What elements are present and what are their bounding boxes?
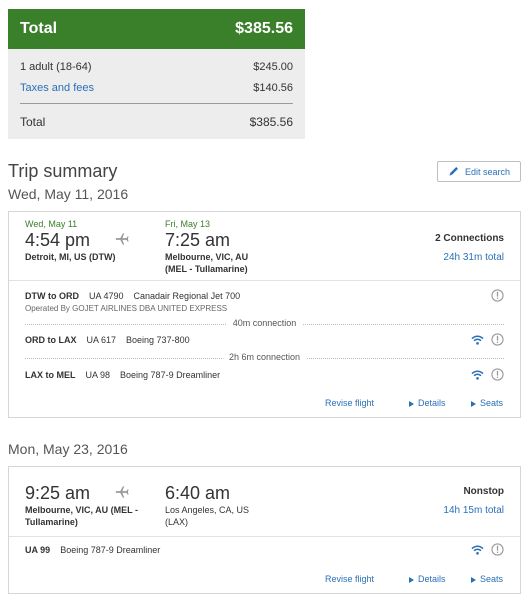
segment-aircraft: Boeing 787-9 Dreamliner — [120, 370, 221, 380]
departure-time: 4:54 pm — [25, 230, 91, 250]
triangle-right-icon — [471, 400, 476, 407]
divider — [9, 280, 520, 281]
footer-total-label: Total — [20, 115, 46, 129]
seats-label: Seats — [480, 574, 504, 584]
info-icon[interactable] — [491, 333, 504, 351]
wifi-icon — [471, 543, 484, 561]
footer-total-amount: $385.56 — [249, 115, 293, 129]
segment-row: ORD to LAX UA 617 Boeing 737-800 — [25, 335, 190, 345]
wifi-icon — [471, 368, 484, 386]
segment-flight-number: UA 98 — [85, 370, 111, 380]
revise-flight-link[interactable]: Revise flight — [325, 574, 374, 584]
return-date-heading: Mon, May 23, 2016 — [8, 441, 128, 457]
departure-time: 9:25 am — [25, 483, 91, 503]
seats-label: Seats — [480, 398, 504, 408]
arrival-date: Fri, May 13 — [165, 219, 211, 229]
info-icon[interactable] — [491, 368, 504, 386]
seats-link[interactable]: Seats — [471, 398, 503, 408]
total-duration-link[interactable]: 24h 31m total — [443, 252, 504, 263]
taxes-and-fees-link[interactable]: Taxes and fees — [20, 82, 94, 94]
price-line: Taxes and fees $140.56 — [8, 82, 305, 94]
segment-aircraft: Boeing 787-9 Dreamliner — [60, 545, 161, 555]
price-footer: Total $385.56 — [8, 115, 305, 129]
total-label: Total — [20, 20, 58, 37]
segment-amenities — [471, 333, 504, 351]
pencil-icon — [448, 165, 460, 179]
outbound-flight-card: Wed, May 11 4:54 pm Detroit, MI, US (DTW… — [8, 211, 521, 418]
divider — [9, 536, 520, 537]
triangle-right-icon — [471, 576, 476, 583]
arrival-city-line: Los Angeles, CA, US — [165, 505, 250, 515]
arrival-city: Los Angeles, CA, US (LAX) — [165, 504, 249, 528]
segment-amenities — [471, 543, 504, 561]
triangle-right-icon — [409, 576, 414, 583]
price-line-amount: $245.00 — [253, 61, 293, 73]
segment-flight-number: UA 4790 — [89, 291, 124, 301]
outbound-date-heading: Wed, May 11, 2016 — [8, 186, 129, 202]
price-summary: Total $385.56 1 adult (18-64) $245.00 Ta… — [8, 9, 305, 139]
layover-duration: 2h 6m connection — [222, 352, 307, 362]
arrival-city-line: Melbourne, VIC, AU — [165, 252, 249, 262]
arrival-time: 7:25 am — [165, 230, 231, 250]
segment-amenities — [491, 289, 504, 307]
price-total-header: Total $385.56 — [8, 9, 305, 49]
segment-amenities — [471, 368, 504, 386]
arrival-city-line: (MEL - Tullamarine) — [165, 264, 248, 274]
departure-city: Detroit, MI, US (DTW) — [25, 252, 116, 262]
details-label: Details — [418, 398, 446, 408]
info-icon[interactable] — [491, 543, 504, 561]
airplane-icon — [115, 232, 129, 251]
edit-search-label: Edit search — [464, 166, 511, 177]
seats-link[interactable]: Seats — [471, 574, 503, 584]
segment-flight-number: UA 99 — [25, 545, 51, 555]
departure-city-line: Tullamarine) — [25, 517, 78, 527]
price-line-amount: $140.56 — [253, 82, 293, 94]
departure-date: Wed, May 11 — [25, 219, 78, 229]
departure-city: Melbourne, VIC, AU (MEL - Tullamarine) — [25, 504, 138, 528]
operated-by-note: Operated By GOJET AIRLINES DBA UNITED EX… — [25, 304, 228, 313]
connections-count: Nonstop — [463, 486, 504, 497]
price-line: 1 adult (18-64) $245.00 — [8, 61, 305, 73]
segment-flight-number: UA 617 — [86, 335, 117, 345]
segment-route: LAX to MEL — [25, 370, 76, 380]
total-duration-link[interactable]: 14h 15m total — [443, 505, 504, 516]
segment-row: DTW to ORD UA 4790 Canadair Regional Jet… — [25, 291, 240, 301]
segment-aircraft: Boeing 737-800 — [126, 335, 190, 345]
edit-search-button[interactable]: Edit search — [437, 161, 521, 182]
arrival-city: Melbourne, VIC, AU (MEL - Tullamarine) — [165, 251, 248, 275]
layover-divider: 2h 6m connection — [25, 352, 504, 362]
airplane-icon — [115, 485, 129, 504]
connections-count: 2 Connections — [435, 233, 504, 244]
return-flight-card: 9:25 am Melbourne, VIC, AU (MEL - Tullam… — [8, 466, 521, 594]
segment-route: DTW to ORD — [25, 291, 79, 301]
arrival-time: 6:40 am — [165, 483, 231, 503]
segment-aircraft: Canadair Regional Jet 700 — [133, 291, 241, 301]
segment-row: UA 99 Boeing 787-9 Dreamliner — [25, 545, 160, 555]
details-label: Details — [418, 574, 446, 584]
wifi-icon — [471, 333, 484, 351]
segment-route: ORD to LAX — [25, 335, 77, 345]
total-amount: $385.56 — [235, 20, 293, 37]
layover-duration: 40m connection — [226, 318, 303, 328]
revise-flight-link[interactable]: Revise flight — [325, 398, 374, 408]
divider — [20, 103, 293, 104]
info-icon[interactable] — [491, 289, 504, 307]
departure-city-line: Melbourne, VIC, AU (MEL - — [25, 505, 139, 515]
layover-divider: 40m connection — [25, 318, 504, 328]
details-link[interactable]: Details — [409, 398, 446, 408]
trip-summary-title: Trip summary — [8, 161, 118, 181]
segment-row: LAX to MEL UA 98 Boeing 787-9 Dreamliner — [25, 370, 220, 380]
price-line-label: 1 adult (18-64) — [20, 61, 92, 73]
triangle-right-icon — [409, 400, 414, 407]
arrival-city-line: (LAX) — [165, 517, 189, 527]
details-link[interactable]: Details — [409, 574, 446, 584]
